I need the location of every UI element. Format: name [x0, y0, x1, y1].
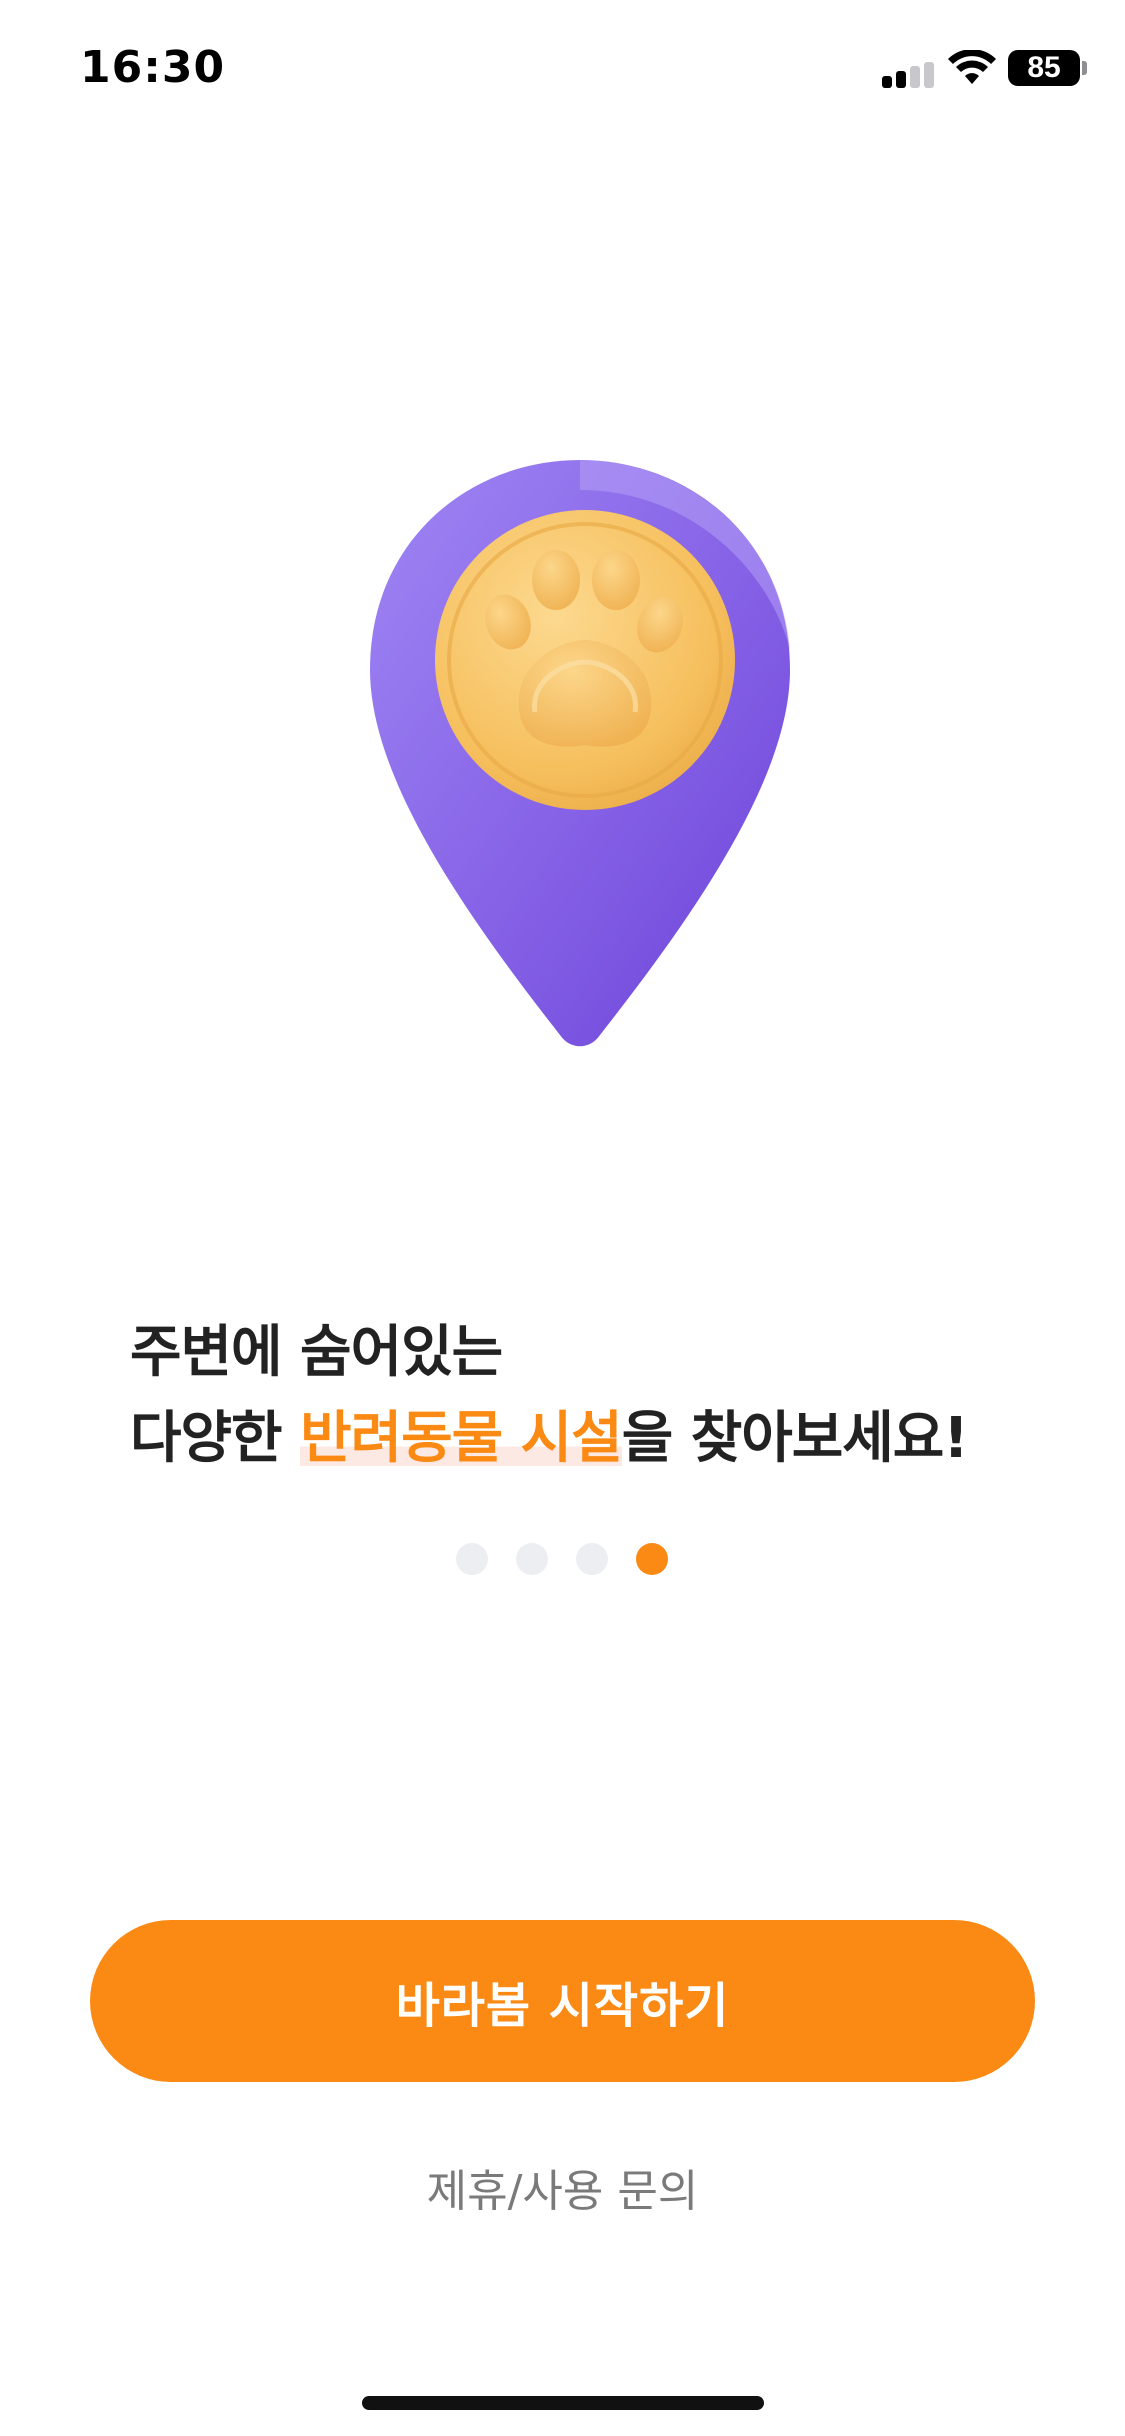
status-bar: 16:30 85 [0, 0, 1125, 140]
page-indicator [456, 1543, 668, 1575]
headline-line-2-suffix: 을 찾아보세요! [621, 1406, 969, 1471]
page-dot-4-active[interactable] [636, 1543, 668, 1575]
page-dot-3[interactable] [576, 1543, 608, 1575]
onboarding-headline: 주변에 숨어있는 다양한 반려동물 시설을 찾아보세요! [130, 1310, 1030, 1482]
status-time: 16:30 [80, 42, 226, 93]
headline-highlight: 반려동물 시설 [300, 1406, 623, 1471]
partnership-inquiry-link[interactable]: 제휴/사용 문의 [0, 2155, 1125, 2219]
battery-icon: 85 [1008, 50, 1080, 86]
page-dot-1[interactable] [456, 1543, 488, 1575]
home-indicator[interactable] [362, 2396, 764, 2410]
paw-location-pin-illustration [370, 460, 790, 1047]
start-button[interactable]: 바라봄 시작하기 [90, 1920, 1035, 2082]
headline-line-2-prefix: 다양한 [130, 1406, 301, 1471]
battery-cap [1082, 61, 1087, 75]
headline-line-2: 다양한 반려동물 시설을 찾아보세요! [130, 1396, 1030, 1482]
wifi-icon [948, 50, 996, 84]
headline-line-1: 주변에 숨어있는 [130, 1320, 503, 1385]
page-dot-2[interactable] [516, 1543, 548, 1575]
cellular-signal-icon [882, 62, 938, 88]
